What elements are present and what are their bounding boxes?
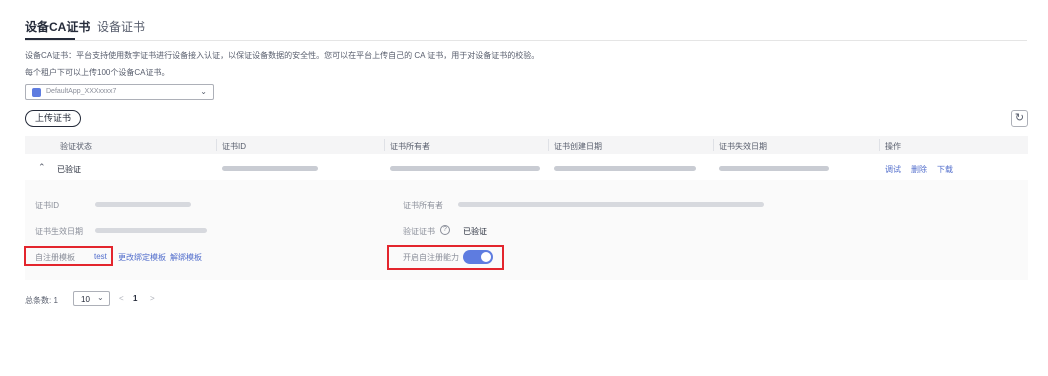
redacted-detail-cert-id	[95, 202, 191, 207]
chevron-down-icon: ⌄	[200, 87, 207, 96]
verify-status-value: 已验证	[57, 165, 81, 174]
refresh-button[interactable]: ↻	[1011, 110, 1028, 127]
header-separator	[548, 139, 549, 151]
auto-register-label: 开启自注册能力	[403, 253, 459, 262]
tab-divider	[25, 40, 1027, 41]
redacted-detail-validity	[95, 228, 207, 233]
header-separator	[216, 139, 217, 151]
chevron-up-icon[interactable]: ⌃	[38, 162, 46, 173]
redacted-cert-owner	[390, 166, 540, 171]
redacted-expiry-date	[719, 166, 829, 171]
template-value-link[interactable]: test	[94, 252, 107, 261]
page-size-value: 10	[81, 295, 90, 304]
header-separator	[384, 139, 385, 151]
cube-icon	[32, 88, 41, 97]
detail-owner-label: 证书所有者	[403, 201, 443, 210]
detail-validity-label: 证书生效日期	[35, 227, 83, 236]
header-actions: 操作	[885, 142, 901, 151]
delete-link[interactable]: 删除	[911, 164, 927, 175]
description-line-2: 每个租户下可以上传100个设备CA证书。	[25, 68, 170, 77]
upload-cert-button[interactable]: 上传证书	[25, 110, 81, 127]
table-header	[25, 136, 1028, 154]
next-page-icon[interactable]: >	[150, 294, 155, 303]
app-select[interactable]: DefaultApp_XXXxxxx7 ⌄	[25, 84, 214, 100]
header-expiry-date: 证书失效日期	[719, 142, 767, 151]
debug-link[interactable]: 调试	[885, 164, 901, 175]
tab-device-cert[interactable]: 设备证书	[97, 18, 145, 35]
redacted-detail-owner	[458, 202, 764, 207]
header-cert-owner: 证书所有者	[390, 142, 430, 151]
chevron-down-icon: ⌄	[97, 293, 104, 302]
header-separator	[879, 139, 880, 151]
unbind-template-link[interactable]: 解绑模板	[170, 252, 202, 263]
current-page[interactable]: 1	[133, 294, 137, 303]
prev-page-icon[interactable]: <	[119, 294, 124, 303]
toggle-knob	[481, 252, 491, 262]
auto-register-toggle[interactable]	[463, 250, 493, 264]
description-line-1: 设备CA证书：平台支持使用数字证书进行设备接入认证，以保证设备数据的安全性。您可…	[25, 51, 540, 60]
header-created-date: 证书创建日期	[554, 142, 602, 151]
header-verify-status: 验证状态	[60, 142, 92, 151]
tab-device-ca-cert[interactable]: 设备CA证书	[25, 18, 90, 35]
download-link[interactable]: 下载	[937, 164, 953, 175]
template-label: 自注册模板	[35, 253, 75, 262]
app-select-value: DefaultApp_XXXxxxx7	[46, 88, 117, 95]
detail-cert-id-label: 证书ID	[35, 201, 59, 210]
refresh-icon: ↻	[1014, 112, 1025, 124]
help-icon[interactable]: ?	[440, 225, 450, 235]
header-separator	[713, 139, 714, 151]
change-template-link[interactable]: 更改绑定模板	[118, 252, 166, 263]
page-size-select[interactable]: 10 ⌄	[73, 291, 110, 306]
detail-verify-value: 已验证	[463, 227, 487, 236]
detail-verify-label: 验证证书	[403, 227, 435, 236]
header-cert-id: 证书ID	[222, 142, 246, 151]
redacted-cert-id	[222, 166, 318, 171]
redacted-created-date	[554, 166, 696, 171]
total-count: 总条数: 1	[25, 296, 58, 305]
